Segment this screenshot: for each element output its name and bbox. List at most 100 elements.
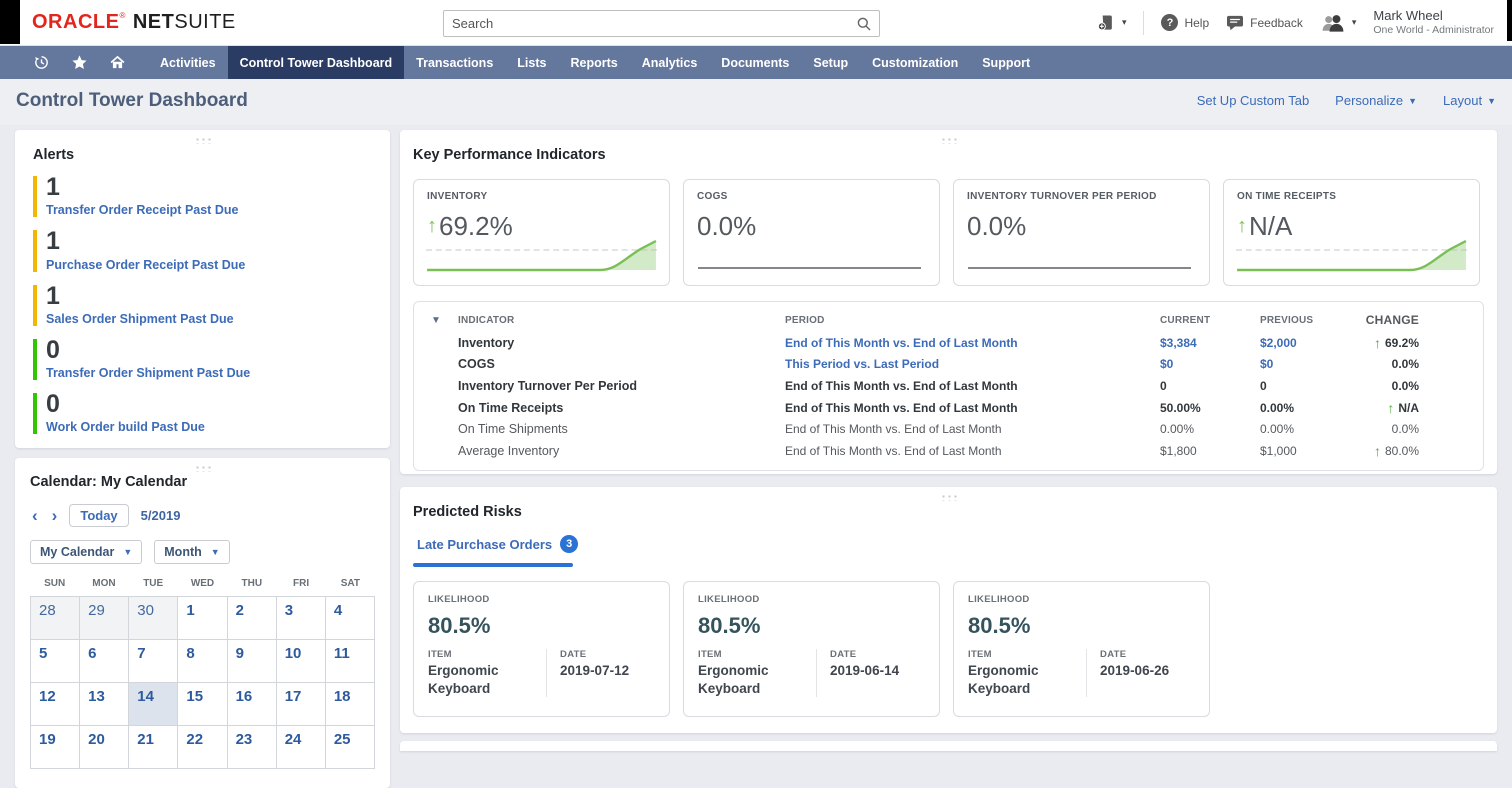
nav-tab[interactable]: Customization (860, 46, 970, 79)
tab-late-purchase-orders[interactable]: Late Purchase Orders 3 (413, 535, 582, 563)
risk-card[interactable]: LIKELIHOOD 80.5% ITEM Ergonomic Keyboard… (953, 581, 1210, 717)
feedback-button[interactable]: Feedback (1226, 15, 1303, 31)
calendar-day-cell[interactable]: 20 (80, 726, 129, 769)
day-number: 1 (186, 602, 194, 619)
day-number: 9 (236, 645, 244, 662)
alert-link[interactable]: Purchase Order Receipt Past Due (46, 258, 372, 272)
drag-handle-icon[interactable] (940, 137, 957, 144)
alert-link[interactable]: Sales Order Shipment Past Due (46, 312, 372, 326)
calendar-select[interactable]: My Calendar ▼ (30, 540, 142, 564)
period-cell[interactable]: This Period vs. Last Period (785, 357, 1160, 371)
period-cell[interactable]: End of This Month vs. End of Last Month (785, 444, 1160, 458)
day-number: 30 (137, 602, 154, 619)
change-cell: ↑ N/A (1387, 400, 1483, 416)
risk-item-column: ITEM Ergonomic Keyboard (968, 649, 1086, 697)
global-search-input[interactable] (444, 16, 856, 31)
calendar-day-cell[interactable]: 12 (31, 683, 80, 726)
calendar-day-cell[interactable]: 19 (31, 726, 80, 769)
alert-link[interactable]: Work Order build Past Due (46, 420, 372, 434)
calendar-day-cell[interactable]: 18 (326, 683, 375, 726)
calendar-day-cell[interactable]: 24 (277, 726, 326, 769)
nav-tab-label: Setup (813, 56, 848, 70)
calendar-day-cell[interactable]: 9 (228, 640, 277, 683)
previous-cell: 0.00% (1260, 401, 1364, 415)
calendar-day-cell[interactable]: 28 (31, 597, 80, 640)
calendar-day-cell[interactable]: 2 (228, 597, 277, 640)
home-button[interactable] (98, 46, 136, 79)
layout-menu[interactable]: Layout ▼ (1443, 93, 1496, 108)
day-number: 24 (285, 731, 302, 748)
col-change: CHANGE (1366, 313, 1483, 327)
nav-tab[interactable]: Activities (148, 46, 228, 79)
kpi-card[interactable]: INVENTORY ↑ 69.2% (413, 179, 670, 286)
calendar-day-cell[interactable]: 4 (326, 597, 375, 640)
item-label: ITEM (968, 649, 1086, 660)
nav-tab[interactable]: Support (970, 46, 1042, 79)
period-cell[interactable]: End of This Month vs. End of Last Month (785, 422, 1160, 436)
nav-tab[interactable]: Control Tower Dashboard (228, 46, 405, 79)
calendar-day-cell[interactable]: 3 (277, 597, 326, 640)
recent-records-button[interactable] (22, 46, 60, 79)
likelihood-value: 80.5% (698, 613, 925, 639)
calendar-day-cell[interactable]: 1 (178, 597, 227, 640)
personalize-menu[interactable]: Personalize ▼ (1335, 93, 1417, 108)
calendar-day-cell[interactable]: 17 (277, 683, 326, 726)
drag-handle-icon[interactable] (194, 137, 211, 144)
kpi-card[interactable]: COGS ↑ 0.0% (683, 179, 940, 286)
date-label: DATE (1100, 649, 1195, 660)
calendar-day-cell[interactable]: 22 (178, 726, 227, 769)
calendar-day-cell[interactable]: 10 (277, 640, 326, 683)
calendar-day-cell[interactable]: 25 (326, 726, 375, 769)
calendar-day-cell[interactable]: 11 (326, 640, 375, 683)
current-cell: 50.00% (1160, 401, 1260, 415)
date-label: DATE (560, 649, 655, 660)
drag-handle-icon[interactable] (194, 465, 211, 472)
item-value: Ergonomic Keyboard (428, 662, 546, 697)
calendar-day-cell[interactable]: 6 (80, 640, 129, 683)
alert-link[interactable]: Transfer Order Receipt Past Due (46, 203, 372, 217)
calendar-day-cell[interactable]: 30 (129, 597, 178, 640)
nav-tab[interactable]: Reports (558, 46, 629, 79)
netsuite-wordmark-bold: NET (133, 11, 175, 33)
risk-card[interactable]: LIKELIHOOD 80.5% ITEM Ergonomic Keyboard… (683, 581, 940, 717)
nav-tab[interactable]: Lists (505, 46, 558, 79)
period-cell[interactable]: End of This Month vs. End of Last Month (785, 379, 1160, 393)
alert-link[interactable]: Transfer Order Shipment Past Due (46, 366, 372, 380)
nav-tab[interactable]: Transactions (404, 46, 505, 79)
kpi-card[interactable]: ON TIME RECEIPTS ↑ N/A (1223, 179, 1480, 286)
calendar-day-cell[interactable]: 16 (228, 683, 277, 726)
calendar-day-cell[interactable]: 29 (80, 597, 129, 640)
view-select[interactable]: Month ▼ (154, 540, 229, 564)
calendar-day-cell[interactable]: 14 (129, 683, 178, 726)
nav-tab[interactable]: Analytics (630, 46, 710, 79)
kpi-card[interactable]: INVENTORY TURNOVER PER PERIOD ↑ 0.0% (953, 179, 1210, 286)
calendar-day-cell[interactable]: 23 (228, 726, 277, 769)
drag-handle-icon[interactable] (940, 494, 957, 501)
calendar-day-cell[interactable]: 21 (129, 726, 178, 769)
shortcuts-button[interactable] (60, 46, 98, 79)
top-header: ORACLE®NETSUITE ▾ ? Help (0, 0, 1512, 46)
search-icon[interactable] (856, 16, 872, 32)
today-button[interactable]: Today (69, 504, 128, 527)
calendar-day-cell[interactable]: 5 (31, 640, 80, 683)
day-number: 12 (39, 688, 56, 705)
period-cell[interactable]: End of This Month vs. End of Last Month (785, 336, 1160, 350)
history-clock-icon (33, 54, 50, 71)
period-cell[interactable]: End of This Month vs. End of Last Month (785, 401, 1160, 415)
personalize-caret-icon: ▼ (1408, 96, 1417, 106)
risk-card[interactable]: LIKELIHOOD 80.5% ITEM Ergonomic Keyboard… (413, 581, 670, 717)
setup-custom-tab-link[interactable]: Set Up Custom Tab (1197, 93, 1309, 108)
calendar-day-cell[interactable]: 15 (178, 683, 227, 726)
help-button[interactable]: ? Help (1161, 14, 1209, 31)
quick-add-menu[interactable]: ▾ (1096, 13, 1127, 33)
calendar-day-cell[interactable]: 7 (129, 640, 178, 683)
sort-caret-icon[interactable]: ▼ (431, 315, 441, 326)
calendar-prev-icon[interactable]: ‹ (30, 507, 40, 524)
calendar-day-cell[interactable]: 8 (178, 640, 227, 683)
user-menu[interactable]: ▾ (1320, 13, 1357, 33)
calendar-next-icon[interactable]: › (50, 507, 60, 524)
calendar-day-cell[interactable]: 13 (80, 683, 129, 726)
date-value: 2019-07-12 (560, 662, 655, 680)
nav-tab[interactable]: Documents (709, 46, 801, 79)
nav-tab[interactable]: Setup (801, 46, 860, 79)
